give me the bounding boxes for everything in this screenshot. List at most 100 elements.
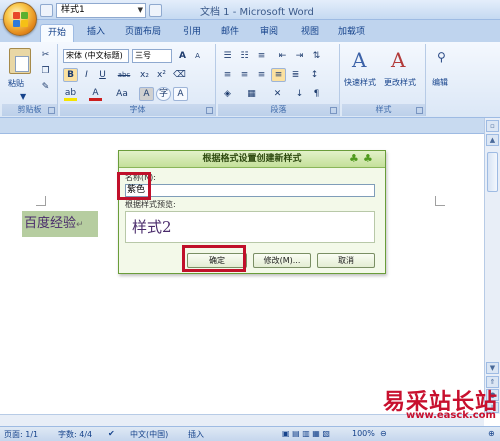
multilevel-list-icon[interactable]: ≡: [254, 49, 269, 63]
asian-layout-icon[interactable]: ✕: [270, 87, 285, 101]
format-painter-icon[interactable]: ✎: [38, 80, 53, 94]
ruler: [0, 118, 500, 134]
numbering-icon[interactable]: ☷: [237, 49, 252, 63]
quick-access-toolbar: 样式1 ▼: [40, 3, 162, 18]
justify-icon[interactable]: ≡: [271, 68, 286, 82]
shading-icon[interactable]: ◈: [220, 87, 235, 101]
highlight-icon[interactable]: ab: [63, 87, 78, 101]
tab-review[interactable]: 审阅: [260, 24, 278, 42]
styles-launcher-icon[interactable]: [416, 107, 423, 114]
align-right-icon[interactable]: ≡: [254, 68, 269, 82]
paragraph-group: ☰ ☷ ≡ ⇤ ⇥ ⇅ ≡ ≡ ≡ ≡ ≣ ↕ ◈ ▦ ✕ ↓ ¶ 段落: [218, 44, 340, 116]
paragraph-launcher-icon[interactable]: [330, 107, 337, 114]
styles-group-label: 样式: [342, 104, 425, 116]
preview-label: 根据样式预览:: [125, 200, 176, 209]
align-center-icon[interactable]: ≡: [237, 68, 252, 82]
binoculars-icon[interactable]: ⚲: [437, 50, 446, 64]
margin-corner-left: [36, 196, 46, 206]
superscript-button[interactable]: x²: [154, 68, 169, 82]
tab-home[interactable]: 开始: [40, 24, 75, 42]
page-status[interactable]: 页面: 1/1: [4, 429, 38, 440]
shrink-font-icon[interactable]: A: [190, 49, 205, 63]
tab-addins[interactable]: 加载项: [338, 24, 365, 42]
paste-icon[interactable]: [9, 48, 31, 74]
copy-icon[interactable]: ❐: [38, 64, 53, 78]
scroll-up-icon[interactable]: ▲: [486, 134, 499, 146]
margin-corner-right: [435, 196, 445, 206]
proofing-icon[interactable]: ✔: [108, 429, 115, 438]
editing-group: ⚲ 编辑: [428, 44, 460, 116]
dialog-title: 根据格式设置创建新样式: [119, 151, 385, 168]
enclose-char-button[interactable]: 字: [156, 87, 171, 101]
underline-button[interactable]: U: [95, 68, 110, 82]
line-spacing-icon[interactable]: ↕: [307, 68, 322, 82]
office-button[interactable]: [3, 2, 37, 36]
chinese-layout-icon[interactable]: ⇅: [309, 49, 324, 63]
save-icon[interactable]: [40, 4, 53, 17]
strikethrough-button[interactable]: abc: [114, 68, 134, 82]
modify-button[interactable]: 修改(M)...: [253, 253, 311, 268]
ruler-toggle-icon[interactable]: ▫: [486, 120, 499, 132]
decrease-indent-icon[interactable]: ⇤: [275, 49, 290, 63]
align-left-icon[interactable]: ≡: [220, 68, 235, 82]
scroll-thumb[interactable]: [487, 152, 498, 192]
language-status[interactable]: 中文(中国): [130, 429, 168, 440]
insert-mode[interactable]: 插入: [188, 429, 204, 440]
styles-group: A A 快速样式 更改样式 样式: [342, 44, 426, 116]
bullets-icon[interactable]: ☰: [220, 49, 235, 63]
italic-button[interactable]: I: [79, 68, 94, 82]
increase-indent-icon[interactable]: ⇥: [292, 49, 307, 63]
style-combo-value: 样式1: [61, 5, 85, 15]
zoom-in-icon[interactable]: ⊕: [488, 429, 495, 438]
change-case-button[interactable]: Aa: [112, 87, 132, 101]
zoom-level[interactable]: 100%: [352, 429, 375, 438]
paste-label[interactable]: 粘贴: [8, 78, 24, 89]
style-name-input[interactable]: 紫色: [125, 184, 375, 197]
bold-button[interactable]: B: [63, 68, 78, 82]
paragraph-mark: ↵: [76, 220, 84, 230]
word-count[interactable]: 字数: 4/4: [58, 429, 92, 440]
quick-styles-label[interactable]: 快速样式: [344, 77, 376, 88]
paragraph-group-label: 段落: [218, 104, 339, 116]
clear-format-icon[interactable]: ⌫: [172, 68, 187, 82]
change-styles-label[interactable]: 更改样式: [384, 77, 416, 88]
font-group-label: 字体: [60, 104, 215, 116]
tab-insert[interactable]: 插入: [87, 24, 105, 42]
char-border-icon[interactable]: A: [173, 87, 188, 101]
highlight-name-field: [117, 172, 151, 200]
subscript-button[interactable]: x₂: [137, 68, 152, 82]
editing-label[interactable]: 编辑: [432, 77, 448, 88]
view-buttons[interactable]: ▣ ▤ ▥ ▦ ▧: [282, 429, 330, 438]
show-marks-icon[interactable]: ¶: [309, 87, 324, 101]
clover-icon-2: ♣: [363, 152, 373, 165]
clipboard-launcher-icon[interactable]: [48, 107, 55, 114]
cancel-button[interactable]: 取消: [317, 253, 375, 268]
window-title: 文档 1 - Microsoft Word: [200, 7, 314, 18]
char-shading-button[interactable]: A: [139, 87, 154, 101]
quick-styles-icon[interactable]: A: [352, 48, 366, 72]
clover-icon: ♣: [349, 152, 359, 165]
sort-icon[interactable]: ↓: [292, 87, 307, 101]
vertical-scrollbar[interactable]: ▫ ▲ ▼ ⇑ ● ⇓: [484, 118, 500, 414]
tab-page-layout[interactable]: 页面布局: [125, 24, 161, 42]
document-heading[interactable]: 百度经验↵: [22, 211, 98, 237]
highlight-ok-button: [182, 245, 246, 272]
style-preview: 样式2: [125, 211, 375, 243]
customize-qat-icon[interactable]: [149, 4, 162, 17]
scroll-down-icon[interactable]: ▼: [486, 362, 499, 374]
distributed-icon[interactable]: ≣: [288, 68, 303, 82]
font-size-combo[interactable]: 三号: [132, 49, 172, 63]
tab-mailings[interactable]: 邮件: [221, 24, 239, 42]
style-combo[interactable]: 样式1 ▼: [56, 3, 146, 18]
borders-icon[interactable]: ▦: [244, 87, 259, 101]
tab-view[interactable]: 视图: [301, 24, 319, 42]
grow-font-icon[interactable]: A: [175, 49, 190, 63]
tab-references[interactable]: 引用: [183, 24, 201, 42]
font-name-combo[interactable]: 宋体 (中文标题): [63, 49, 129, 63]
font-color-icon[interactable]: A: [88, 87, 103, 101]
zoom-out-icon[interactable]: ⊖: [380, 429, 387, 438]
cut-icon[interactable]: ✂: [38, 48, 53, 62]
font-launcher-icon[interactable]: [206, 107, 213, 114]
watermark-url: www.easck.com: [406, 410, 496, 421]
change-styles-icon[interactable]: A: [391, 48, 405, 72]
